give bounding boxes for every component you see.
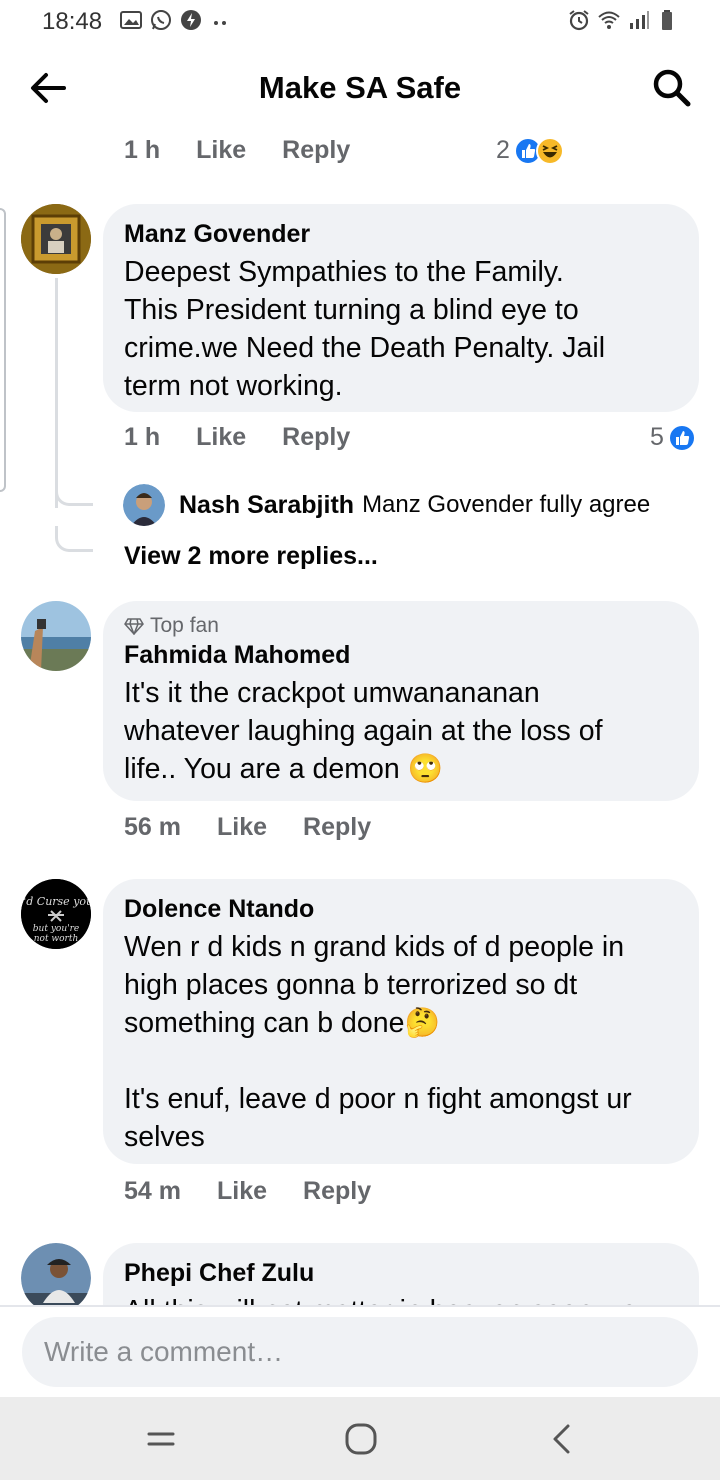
eye-roll-emoji: 🙄 bbox=[407, 753, 444, 785]
comment-bubble[interactable]: Phepi Chef Zulu All this will not matter… bbox=[103, 1243, 699, 1305]
reply-text: Manz Govender fully agree bbox=[362, 491, 651, 518]
text-graphic-avatar: I'd Curse you but you're not worth bbox=[21, 879, 91, 949]
comment-actions: 56 m Like Reply bbox=[124, 813, 371, 842]
like-reaction-icon bbox=[667, 423, 696, 452]
compose-bar: Write a comment… bbox=[0, 1305, 720, 1397]
person-photo-icon bbox=[21, 1243, 91, 1305]
wifi-icon bbox=[598, 11, 620, 29]
thinking-face-emoji: 🤔 bbox=[404, 1007, 440, 1039]
person-photo-icon bbox=[123, 484, 165, 526]
top-fan-badge: Top fan bbox=[124, 613, 677, 639]
comment-actions: 54 m Like Reply bbox=[124, 1177, 371, 1206]
framed-photo-icon bbox=[21, 204, 91, 274]
avatar[interactable]: I'd Curse you but you're not worth bbox=[21, 879, 91, 949]
comment-author[interactable]: Dolence Ntando bbox=[124, 893, 677, 925]
comment-time: 56 m bbox=[124, 813, 181, 841]
home-icon[interactable] bbox=[339, 1417, 383, 1461]
header: Make SA Safe bbox=[0, 44, 720, 130]
system-nav-bar bbox=[0, 1397, 720, 1480]
avatar[interactable] bbox=[123, 484, 165, 526]
reaction-summary[interactable]: 2 bbox=[496, 136, 564, 165]
comment-time: 54 m bbox=[124, 1177, 181, 1205]
comment-text: Deepest Sympathies to the Family. This P… bbox=[124, 256, 606, 402]
comment-author[interactable]: Manz Govender bbox=[124, 218, 677, 250]
more-dots-icon bbox=[214, 21, 226, 25]
reaction-summary[interactable]: 5 bbox=[650, 423, 696, 452]
alarm-icon bbox=[569, 10, 589, 31]
comment-author[interactable]: Fahmida Mahomed bbox=[124, 639, 677, 671]
avatar[interactable] bbox=[21, 1243, 91, 1305]
back-icon[interactable] bbox=[541, 1417, 585, 1461]
avatar[interactable] bbox=[21, 601, 91, 671]
badge-label: Top fan bbox=[150, 614, 219, 637]
reply-author[interactable]: Nash Sarabjith bbox=[179, 491, 354, 520]
reaction-count: 2 bbox=[496, 136, 510, 164]
comment-text: Wen r d kids n grand kids of d people in… bbox=[124, 931, 625, 1039]
comment-actions: 1 h Like Reply bbox=[124, 423, 350, 452]
signal-icon bbox=[630, 11, 649, 29]
comments-feed[interactable]: 1 h Like Reply 2 Manz Govender Deepest S… bbox=[0, 130, 720, 1305]
diamond-icon bbox=[124, 618, 144, 635]
comment-text: All this will not matter in heaven soon … bbox=[124, 1292, 677, 1305]
comment-actions: 1 h Like Reply bbox=[124, 136, 350, 165]
view-more-replies-link[interactable]: View 2 more replies... bbox=[124, 542, 378, 571]
reply-button[interactable]: Reply bbox=[282, 423, 350, 452]
status-time: 18:48 bbox=[42, 8, 103, 35]
comment-bubble[interactable]: Top fan Fahmida Mahomed It's it the crac… bbox=[103, 601, 699, 801]
whatsapp-icon bbox=[151, 10, 171, 30]
battery-icon bbox=[662, 10, 672, 30]
comment-bubble[interactable]: Manz Govender Deepest Sympathies to the … bbox=[103, 204, 699, 412]
recent-apps-icon[interactable] bbox=[139, 1417, 183, 1461]
comment-author[interactable]: Phepi Chef Zulu bbox=[124, 1257, 677, 1289]
seascape-photo-icon bbox=[21, 601, 91, 671]
like-button[interactable]: Like bbox=[196, 136, 246, 165]
comment-time: 1 h bbox=[124, 136, 161, 164]
like-button[interactable]: Like bbox=[196, 423, 246, 452]
comment-bubble[interactable]: Dolence Ntando Wen r d kids n grand kids… bbox=[103, 879, 699, 1164]
reply-button[interactable]: Reply bbox=[303, 813, 371, 842]
svg-text:but you're: but you're bbox=[33, 924, 79, 934]
haha-reaction-icon bbox=[535, 136, 564, 165]
power-saving-icon bbox=[181, 10, 201, 30]
avatar-text: I'd Curse you bbox=[21, 895, 91, 908]
svg-text:not worth: not worth bbox=[34, 934, 79, 944]
search-icon[interactable] bbox=[652, 68, 692, 108]
reply-button[interactable]: Reply bbox=[282, 136, 350, 165]
comment-time: 1 h bbox=[124, 423, 161, 451]
thread-edge bbox=[0, 208, 6, 492]
reply-preview[interactable]: Nash Sarabjith Manz Govender fully agree bbox=[123, 484, 650, 526]
reply-button[interactable]: Reply bbox=[303, 1177, 371, 1206]
reaction-count: 5 bbox=[650, 423, 664, 451]
like-button[interactable]: Like bbox=[217, 813, 267, 842]
comment-text: It's it the crackpot umwanananan whateve… bbox=[124, 677, 603, 785]
page-title: Make SA Safe bbox=[258, 70, 462, 105]
avatar[interactable] bbox=[21, 204, 91, 274]
gallery-icon bbox=[120, 11, 142, 29]
status-bar: 18:48 bbox=[0, 0, 720, 44]
comment-input[interactable]: Write a comment… bbox=[22, 1317, 698, 1387]
comment-text-paragraph-2: It's enuf, leave d poor n fight amongst … bbox=[124, 1083, 632, 1153]
like-button[interactable]: Like bbox=[217, 1177, 267, 1206]
